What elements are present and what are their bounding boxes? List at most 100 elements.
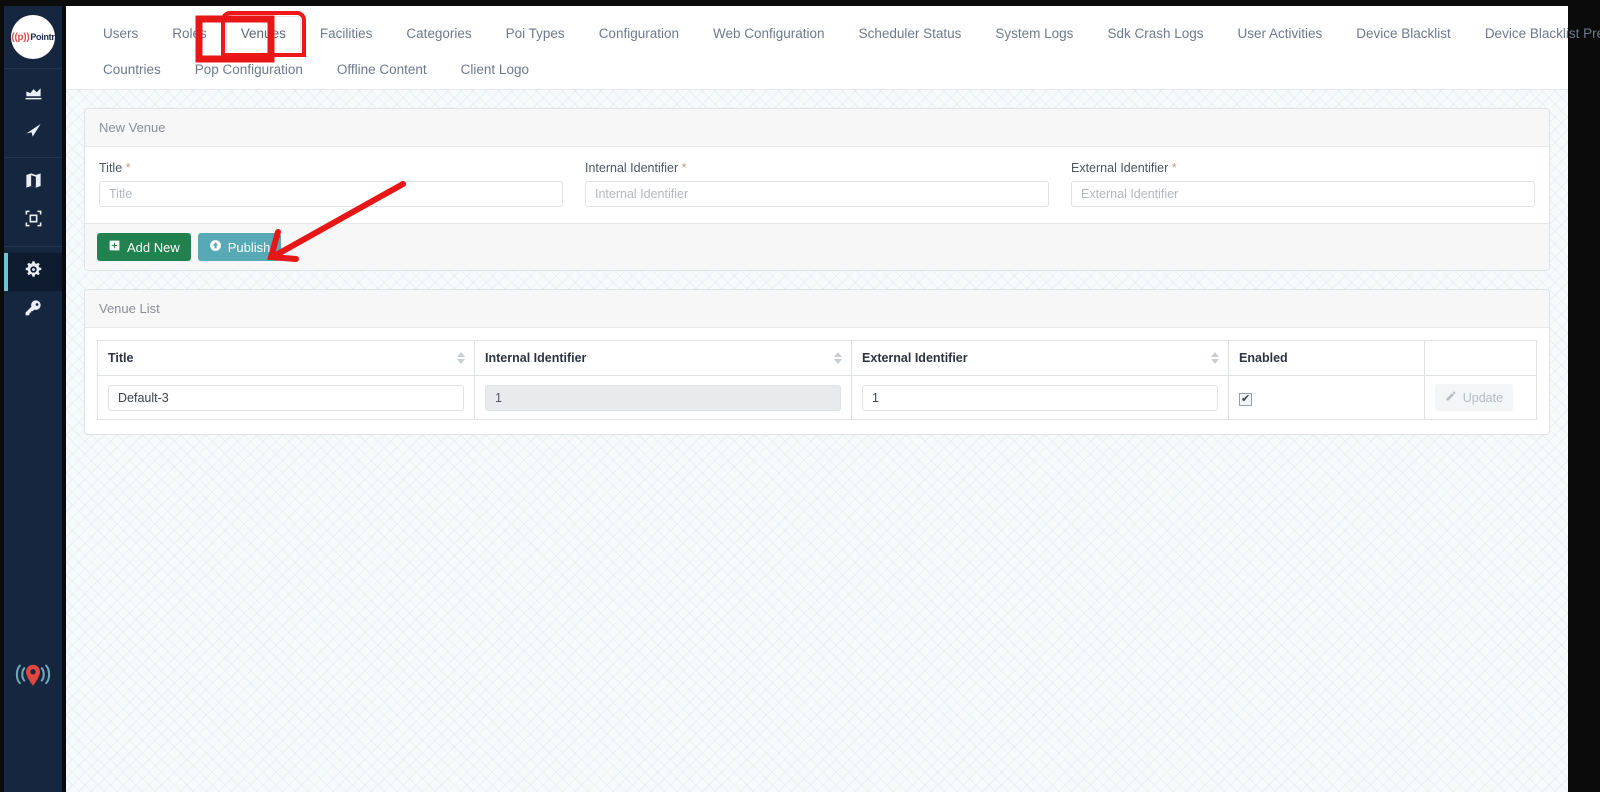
sidebar-group-1 bbox=[4, 68, 62, 157]
tab-device-blacklist-prefixes[interactable]: Device Blacklist Prefixes bbox=[1470, 16, 1600, 52]
map-icon bbox=[24, 171, 43, 195]
tab-pop-configuration[interactable]: Pop Configuration bbox=[180, 52, 318, 88]
tab-offline-content[interactable]: Offline Content bbox=[322, 52, 442, 88]
sort-icon[interactable] bbox=[1211, 352, 1220, 364]
tab-users[interactable]: Users bbox=[88, 16, 153, 52]
venue-table-header-row: Title Internal Identifier External Identif… bbox=[96, 340, 1538, 376]
venue-col-label: External Identifier bbox=[862, 351, 968, 365]
window-right-edge bbox=[1568, 0, 1600, 792]
cell-internal-identifier bbox=[474, 375, 853, 420]
publish-button[interactable]: Publish bbox=[197, 233, 282, 261]
tab-countries[interactable]: Countries bbox=[88, 52, 176, 88]
tab-web-configuration[interactable]: Web Configuration bbox=[698, 16, 840, 52]
row-enabled-checkbox[interactable]: ✔ bbox=[1239, 392, 1253, 406]
gear-icon bbox=[24, 260, 43, 284]
cell-title bbox=[96, 375, 476, 420]
venue-table-body: ✔ Update bbox=[96, 375, 1538, 420]
tab-bar: Users Roles Venues Facilities Categories Poi … bbox=[66, 6, 1600, 90]
sidebar-group-2 bbox=[4, 157, 62, 246]
sidebar-item-access[interactable] bbox=[4, 291, 62, 329]
field-internal-identifier-label: Internal Identifier * bbox=[585, 161, 1049, 175]
venue-col-internal-identifier[interactable]: Internal Identifier bbox=[474, 340, 853, 376]
field-title: Title * bbox=[99, 161, 563, 207]
tab-row-secondary: Countries Pop Configuration Offline Conten… bbox=[88, 52, 1546, 88]
cell-actions: Update bbox=[1423, 375, 1538, 420]
sidebar: ((p)) Pointr bbox=[4, 6, 64, 792]
tab-configuration[interactable]: Configuration bbox=[584, 16, 694, 52]
internal-identifier-input[interactable] bbox=[585, 181, 1049, 207]
key-icon bbox=[24, 298, 43, 322]
tab-venues[interactable]: Venues bbox=[220, 11, 306, 57]
update-button[interactable]: Update bbox=[1434, 384, 1514, 411]
external-identifier-input[interactable] bbox=[1071, 181, 1535, 207]
navigation-icon bbox=[24, 120, 43, 144]
field-internal-identifier-label-text: Internal Identifier bbox=[585, 161, 679, 175]
field-external-identifier-label-text: External Identifier bbox=[1071, 161, 1169, 175]
sidebar-item-analytics[interactable] bbox=[4, 75, 62, 113]
analytics-icon bbox=[24, 82, 43, 106]
venue-col-enabled: Enabled bbox=[1228, 340, 1425, 376]
tab-system-logs[interactable]: System Logs bbox=[980, 16, 1088, 52]
tab-user-activities[interactable]: User Activities bbox=[1223, 16, 1338, 52]
title-input[interactable] bbox=[99, 181, 563, 207]
field-external-identifier: External Identifier * bbox=[1071, 161, 1535, 207]
tab-facilities[interactable]: Facilities bbox=[305, 16, 388, 52]
sidebar-item-content[interactable] bbox=[4, 202, 62, 240]
tab-roles[interactable]: Roles bbox=[157, 16, 222, 52]
plus-square-icon bbox=[108, 239, 121, 255]
tab-categories[interactable]: Categories bbox=[391, 16, 486, 52]
row-title-input[interactable] bbox=[108, 384, 465, 411]
sidebar-item-navigation[interactable] bbox=[4, 113, 62, 151]
venue-col-external-identifier[interactable]: External Identifier bbox=[851, 340, 1230, 376]
new-venue-form: Title * Internal Identifier * bbox=[85, 147, 1549, 223]
venue-table-head: Title Internal Identifier External Identif… bbox=[96, 340, 1538, 376]
content-area: New Venue Title * Internal Iden bbox=[66, 90, 1568, 435]
logo-label: ((p)) Pointr bbox=[11, 31, 55, 43]
tab-row-primary: Users Roles Venues Facilities Categories Poi … bbox=[88, 11, 1600, 57]
sort-icon[interactable] bbox=[457, 352, 466, 364]
venue-table: Title Internal Identifier External Identif… bbox=[96, 340, 1538, 420]
new-venue-field-row: Title * Internal Identifier * bbox=[99, 161, 1535, 207]
field-title-label: Title * bbox=[99, 161, 563, 175]
cell-external-identifier bbox=[851, 375, 1230, 420]
field-external-identifier-required-mark: * bbox=[1171, 161, 1177, 175]
field-title-required-mark: * bbox=[125, 161, 131, 175]
venue-table-wrapper: Title Internal Identifier External Identif… bbox=[85, 328, 1549, 434]
venue-col-label: Internal Identifier bbox=[485, 351, 587, 365]
add-new-button[interactable]: Add New bbox=[97, 233, 191, 261]
publish-button-label: Publish bbox=[227, 239, 271, 255]
tab-rows: Users Roles Venues Facilities Categories Poi … bbox=[88, 11, 1600, 88]
main-content: Users Roles Venues Facilities Categories Poi … bbox=[66, 6, 1600, 792]
venue-col-actions bbox=[1423, 340, 1538, 376]
venue-col-label: Enabled bbox=[1239, 351, 1288, 365]
screen-root: ((p)) Pointr Users Roles Venues Faciliti… bbox=[0, 0, 1600, 792]
field-internal-identifier: Internal Identifier * bbox=[585, 161, 1049, 207]
new-venue-panel-title: New Venue bbox=[85, 109, 1549, 147]
add-new-button-label: Add New bbox=[127, 239, 180, 255]
venue-col-title[interactable]: Title bbox=[96, 340, 476, 376]
table-row: ✔ Update bbox=[96, 375, 1538, 420]
frame-icon bbox=[24, 209, 43, 233]
sidebar-item-settings[interactable] bbox=[4, 253, 62, 291]
logo-pin-icon: ((p)) bbox=[11, 31, 30, 43]
field-title-label-text: Title bbox=[99, 161, 123, 175]
tab-scheduler-status[interactable]: Scheduler Status bbox=[844, 16, 977, 52]
tab-poi-types[interactable]: Poi Types bbox=[491, 16, 580, 52]
pointr-pin-icon bbox=[12, 659, 54, 700]
field-internal-identifier-required-mark: * bbox=[681, 161, 687, 175]
row-external-identifier-input[interactable] bbox=[862, 384, 1219, 411]
tab-sdk-crash-logs[interactable]: Sdk Crash Logs bbox=[1092, 16, 1218, 52]
new-venue-panel: New Venue Title * Internal Iden bbox=[84, 108, 1550, 271]
venue-col-label: Title bbox=[108, 351, 134, 365]
tab-device-blacklist[interactable]: Device Blacklist bbox=[1341, 16, 1466, 52]
arrow-up-circle-icon bbox=[209, 239, 222, 255]
app-logo[interactable]: ((p)) Pointr bbox=[4, 6, 62, 68]
sidebar-item-maps[interactable] bbox=[4, 164, 62, 202]
sidebar-footer-logo bbox=[4, 659, 62, 700]
venue-list-panel-title: Venue List bbox=[85, 290, 1549, 328]
venue-list-panel: Venue List Title Internal Identifier Exter… bbox=[84, 289, 1550, 435]
cell-enabled: ✔ bbox=[1228, 375, 1425, 420]
update-button-label: Update bbox=[1462, 390, 1504, 405]
sort-icon[interactable] bbox=[834, 352, 843, 364]
tab-client-logo[interactable]: Client Logo bbox=[446, 52, 544, 88]
